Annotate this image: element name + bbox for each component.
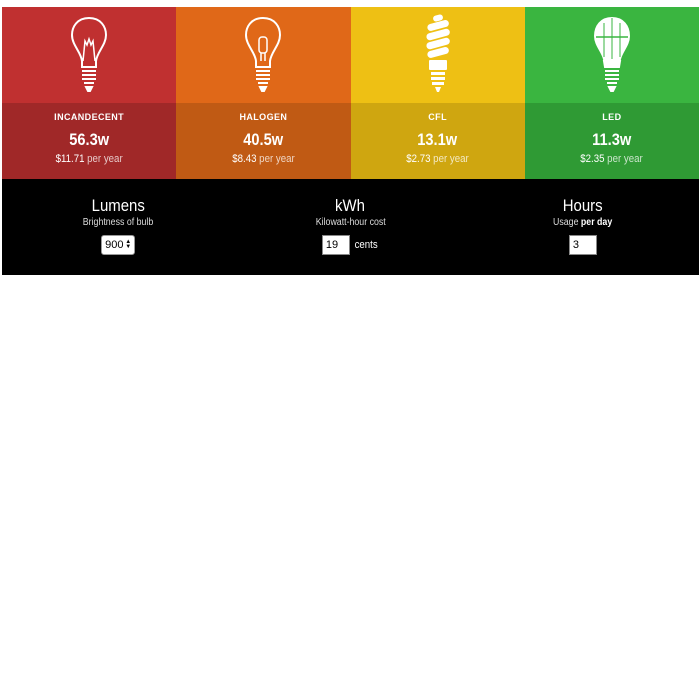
hours-title: Hours	[562, 196, 603, 215]
lumens-title: Lumens	[91, 196, 145, 215]
cost-value: $8.43	[232, 153, 257, 165]
cost-value: $2.35	[580, 153, 605, 165]
cost-unit: per year	[607, 153, 644, 165]
cost-unit: per year	[433, 153, 469, 165]
bulb-info-panel: HALOGEN 40.5w $8.43 per year	[176, 103, 351, 179]
hours-input-row: 3	[568, 235, 597, 255]
kwh-control: kWh Kilowatt-hour cost 19 cents	[234, 179, 466, 275]
bulb-info-panel: LED 11.3w $2.35 per year	[524, 103, 699, 179]
bulb-wattage: 11.3w	[592, 130, 632, 149]
bulb-card-cfl: CFL 13.1w $2.73 per year	[350, 7, 525, 179]
bulb-annual-cost: $11.71 per year	[56, 153, 123, 165]
kwh-unit: cents	[354, 239, 378, 251]
bulb-icon-panel	[2, 7, 177, 103]
up-down-arrows-icon[interactable]: ▲ ▼	[125, 239, 131, 250]
hours-subtitle-prefix: Usage	[553, 217, 579, 228]
incandescent-bulb-icon	[71, 16, 108, 92]
bulb-name: INCANDECENT	[54, 112, 125, 122]
bulb-name: HALOGEN	[239, 112, 288, 122]
led-bulb-icon	[593, 16, 630, 92]
hours-input[interactable]: 3	[568, 235, 597, 255]
kwh-title: kWh	[335, 196, 366, 215]
bulb-calculator: INCANDECENT 56.3w $11.71 per year HALOGE…	[2, 7, 699, 275]
bulb-icon-panel	[176, 7, 351, 103]
cost-value: $11.71	[55, 153, 85, 165]
bulb-card-halogen: HALOGEN 40.5w $8.43 per year	[176, 7, 351, 179]
controls-panel: Lumens Brightness of bulb 900 ▲ ▼ kWh Kil…	[2, 179, 699, 275]
kwh-input-row: 19 cents	[321, 235, 379, 255]
bulb-icon-panel	[350, 7, 525, 103]
bulb-annual-cost: $2.73 per year	[406, 153, 468, 165]
lumens-select[interactable]: 900 ▲ ▼	[101, 235, 136, 255]
cost-value: $2.73	[406, 153, 431, 165]
bulb-info-panel: INCANDECENT 56.3w $11.71 per year	[2, 103, 177, 179]
hours-control: Hours Usage per day 3	[467, 179, 699, 275]
lumens-subtitle: Brightness of bulb	[82, 217, 154, 228]
kwh-input[interactable]: 19	[321, 235, 350, 255]
kwh-subtitle: Kilowatt-hour cost	[315, 217, 386, 228]
bulb-wattage: 13.1w	[417, 130, 458, 149]
bulb-icon-panel	[524, 7, 699, 103]
bulb-comparison-row: INCANDECENT 56.3w $11.71 per year HALOGE…	[2, 7, 699, 179]
bulb-name: LED	[602, 112, 622, 122]
bulb-wattage: 56.3w	[69, 130, 110, 149]
lumens-input-row: 900 ▲ ▼	[101, 235, 136, 255]
lumens-value: 900	[105, 239, 124, 251]
cfl-bulb-icon	[426, 14, 450, 92]
lumens-control: Lumens Brightness of bulb 900 ▲ ▼	[2, 179, 234, 275]
bulb-card-led: LED 11.3w $2.35 per year	[524, 7, 699, 179]
bulb-card-incandescent: INCANDECENT 56.3w $11.71 per year	[2, 7, 177, 179]
bulb-info-panel: CFL 13.1w $2.73 per year	[350, 103, 525, 179]
hours-subtitle-bold: per day	[581, 217, 613, 228]
hours-subtitle: Usage per day	[553, 217, 612, 228]
bulb-annual-cost: $8.43 per year	[232, 153, 294, 165]
halogen-bulb-icon	[245, 16, 282, 92]
bulb-wattage: 40.5w	[243, 130, 284, 149]
bulb-name: CFL	[428, 112, 447, 122]
bulb-annual-cost: $2.35 per year	[581, 153, 643, 165]
cost-unit: per year	[87, 153, 123, 165]
cost-unit: per year	[259, 153, 295, 165]
